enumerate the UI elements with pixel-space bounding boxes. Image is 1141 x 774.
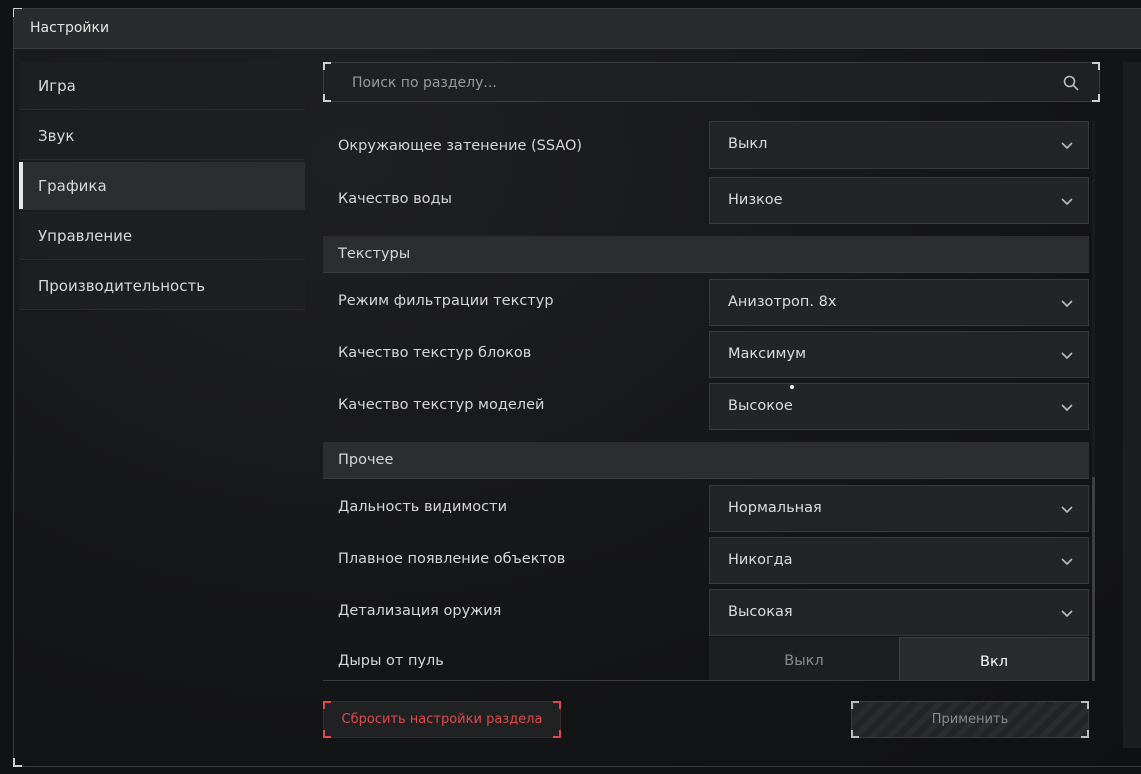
search-box [323,62,1100,103]
button-corner [1081,730,1089,738]
dropdown-value: Максимум [728,346,807,362]
sidebar-item-label: Производительность [38,277,206,295]
setting-row-bullet-holes: Дыры от пуль Выкл Вкл [323,637,1089,681]
list-divider [323,680,1089,681]
section-header-other: Прочее [323,442,1089,479]
settings-list: Окружающее затенение (SSAO) Выкл Качеств… [323,121,1089,681]
button-corner [851,701,859,709]
dropdown-value: Высокое [728,398,793,414]
sidebar-item-sound[interactable]: Звук [19,112,305,160]
texture-filter-dropdown[interactable]: Анизотроп. 8x [709,279,1089,326]
dropdown-value: Высокая [728,604,793,620]
search-input[interactable] [350,63,1044,103]
setting-label: Качество воды [338,191,453,207]
button-corner [323,730,331,738]
water-quality-dropdown[interactable]: Низкое [709,177,1089,224]
search-corner [323,94,331,102]
title-bar: Настройки [14,9,1141,49]
setting-row-block-textures: Качество текстур блоков Максимум [323,327,1089,379]
bullet-holes-toggle: Выкл Вкл [709,637,1089,681]
setting-row-weapon-detail: Детализация оружия Высокая [323,585,1089,637]
setting-label: Детализация оружия [338,603,502,619]
toggle-option-off[interactable]: Выкл [709,637,899,681]
setting-row-water: Качество воды Низкое [323,173,1089,225]
setting-row-texture-filter: Режим фильтрации текстур Анизотроп. 8x [323,275,1089,327]
setting-label: Качество текстур блоков [338,345,532,361]
button-corner [323,701,331,709]
section-header-textures: Текстуры [323,236,1089,273]
button-corner [851,730,859,738]
search-icon[interactable] [1063,75,1079,91]
sidebar-item-performance[interactable]: Производительность [19,262,305,310]
chevron-down-icon [1061,558,1073,566]
dropdown-value: Низкое [728,192,783,208]
window-title: Настройки [30,20,110,36]
dropdown-value: Выкл [728,136,768,152]
ssao-dropdown[interactable]: Выкл [709,121,1089,169]
setting-row-model-textures: Качество текстур моделей Высокое [323,379,1089,431]
setting-row-object-fade: Плавное появление объектов Никогда [323,533,1089,585]
dropdown-value: Анизотроп. 8x [728,294,837,310]
model-textures-dropdown[interactable]: Высокое [709,383,1089,430]
chevron-down-icon [1061,404,1073,412]
reset-section-button[interactable]: Сбросить настройки раздела [323,701,561,738]
apply-button-label: Применить [931,712,1009,727]
chevron-down-icon [1061,198,1073,206]
sidebar-item-label: Звук [38,127,75,145]
weapon-detail-dropdown[interactable]: Высокая [709,589,1089,636]
frame-corner [13,758,22,767]
sidebar-item-label: Игра [38,77,76,95]
section-title: Прочее [338,452,394,468]
button-corner [553,701,561,709]
sidebar-item-game[interactable]: Игра [19,62,305,110]
scrollbar-thumb[interactable] [1092,477,1095,681]
chevron-down-icon [1061,610,1073,618]
list-scrollbar[interactable] [1092,121,1095,681]
button-corner [553,730,561,738]
chevron-down-icon [1061,352,1073,360]
view-distance-dropdown[interactable]: Нормальная [709,485,1089,532]
toggle-option-on[interactable]: Вкл [899,637,1089,681]
dropdown-value: Нормальная [728,500,822,516]
sidebar: Игра Звук Графика Управление Производите… [19,62,305,312]
sidebar-item-controls[interactable]: Управление [19,212,305,260]
setting-label: Дальность видимости [338,499,508,515]
search-corner [323,62,331,70]
block-textures-dropdown[interactable]: Максимум [709,331,1089,378]
button-corner [1081,701,1089,709]
chevron-down-icon [1061,300,1073,308]
setting-label: Режим фильтрации текстур [338,293,554,309]
sidebar-item-graphics[interactable]: Графика [19,162,305,210]
chevron-down-icon [1061,506,1073,514]
search-corner [1092,62,1100,70]
setting-row-view-distance: Дальность видимости Нормальная [323,481,1089,533]
mouse-cursor [790,385,794,389]
object-fade-dropdown[interactable]: Никогда [709,537,1089,584]
setting-label: Дыры от пуль [338,653,444,669]
setting-label: Качество текстур моделей [338,397,545,413]
window-scrollbar[interactable] [1123,62,1141,748]
apply-button[interactable]: Применить [851,701,1089,738]
setting-label: Плавное появление объектов [338,551,566,567]
chevron-down-icon [1061,142,1073,150]
setting-row-ssao: Окружающее затенение (SSAO) Выкл [323,121,1089,173]
dropdown-value: Никогда [728,552,793,568]
reset-button-label: Сбросить настройки раздела [341,712,543,727]
sidebar-item-label: Управление [38,227,133,245]
section-title: Текстуры [338,246,411,262]
setting-label: Окружающее затенение (SSAO) [338,138,583,154]
sidebar-item-label: Графика [38,177,107,195]
search-corner [1092,94,1100,102]
